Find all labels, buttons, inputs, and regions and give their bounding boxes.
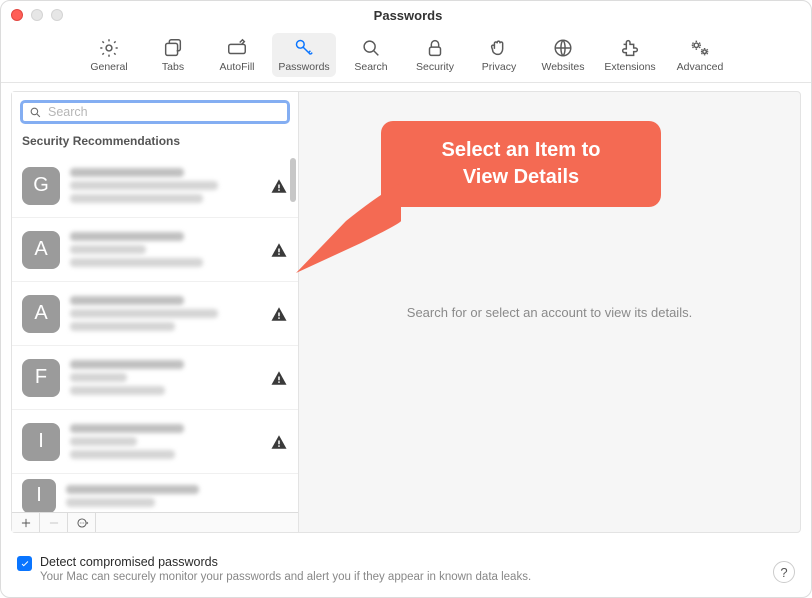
gears-icon — [689, 37, 711, 59]
close-window-button[interactable] — [11, 9, 23, 21]
warning-icon — [270, 433, 288, 451]
avatar: G — [22, 167, 60, 205]
tab-label: Websites — [542, 61, 585, 73]
detail-placeholder: Search for or select an account to view … — [407, 305, 692, 320]
avatar: A — [22, 231, 60, 269]
annotation-callout: Select an Item to View Details — [381, 121, 661, 207]
callout-line2: View Details — [403, 164, 639, 191]
lock-icon — [424, 37, 446, 59]
tab-label: Security — [416, 61, 454, 73]
list-item[interactable]: A — [12, 218, 298, 282]
autofill-pencil-icon — [226, 37, 248, 59]
hand-icon — [488, 37, 510, 59]
tab-websites[interactable]: Websites — [534, 33, 592, 77]
check-icon — [20, 559, 30, 569]
redacted-text — [70, 168, 260, 203]
search-icon — [29, 106, 42, 119]
sidebar-toolbar — [12, 512, 298, 532]
tab-label: Passwords — [278, 61, 329, 73]
tab-tabs[interactable]: Tabs — [144, 33, 202, 77]
help-button[interactable]: ? — [773, 561, 795, 583]
callout-tail-icon — [291, 173, 411, 293]
tab-security[interactable]: Security — [406, 33, 464, 77]
tab-autofill[interactable]: AutoFill — [208, 33, 266, 77]
detect-compromised-checkbox[interactable] — [17, 556, 32, 571]
footer-title: Detect compromised passwords — [40, 555, 531, 569]
minimize-window-button[interactable] — [31, 9, 43, 21]
tab-label: General — [90, 61, 127, 73]
tab-label: Tabs — [162, 61, 184, 73]
prefs-toolbar: General Tabs AutoFill Passwords Search — [1, 29, 811, 83]
tab-search[interactable]: Search — [342, 33, 400, 77]
tab-label: Extensions — [604, 61, 655, 73]
warning-icon — [270, 241, 288, 259]
password-list[interactable]: G A — [12, 154, 298, 512]
tabs-icon — [162, 37, 184, 59]
search-input[interactable] — [48, 105, 281, 119]
tab-label: Search — [354, 61, 387, 73]
callout-line1: Select an Item to — [403, 137, 639, 164]
gear-icon — [98, 37, 120, 59]
list-item[interactable]: F — [12, 346, 298, 410]
tab-passwords[interactable]: Passwords — [272, 33, 336, 77]
section-header: Security Recommendations — [12, 130, 298, 154]
tab-general[interactable]: General — [80, 33, 138, 77]
list-item[interactable]: I — [12, 474, 298, 512]
warning-icon — [270, 305, 288, 323]
globe-icon — [552, 37, 574, 59]
passwords-sidebar: Security Recommendations G A — [12, 92, 299, 532]
more-button[interactable] — [68, 513, 96, 532]
warning-icon — [270, 177, 288, 195]
search-field[interactable] — [20, 100, 290, 124]
tab-label: Advanced — [677, 61, 724, 73]
tab-extensions[interactable]: Extensions — [598, 33, 662, 77]
key-icon — [293, 37, 315, 59]
redacted-text — [70, 232, 260, 267]
avatar: I — [22, 479, 56, 513]
footer: Detect compromised passwords Your Mac ca… — [17, 555, 795, 583]
tab-privacy[interactable]: Privacy — [470, 33, 528, 77]
redacted-text — [70, 424, 260, 459]
warning-icon — [270, 369, 288, 387]
zoom-window-button[interactable] — [51, 9, 63, 21]
redacted-text — [70, 296, 260, 331]
help-label: ? — [780, 565, 787, 580]
window-title: Passwords — [63, 8, 753, 23]
list-item[interactable]: G — [12, 154, 298, 218]
avatar: I — [22, 423, 60, 461]
tab-label: Privacy — [482, 61, 516, 73]
preferences-window: Passwords General Tabs AutoFill — [0, 0, 812, 598]
tab-label: AutoFill — [219, 61, 254, 73]
puzzle-icon — [619, 37, 641, 59]
redacted-text — [70, 360, 260, 395]
search-icon — [360, 37, 382, 59]
avatar: F — [22, 359, 60, 397]
remove-button[interactable] — [40, 513, 68, 532]
avatar: A — [22, 295, 60, 333]
footer-subtitle: Your Mac can securely monitor your passw… — [40, 571, 531, 583]
traffic-lights — [11, 9, 63, 21]
add-button[interactable] — [12, 513, 40, 532]
titlebar: Passwords — [1, 1, 811, 29]
redacted-text — [66, 485, 288, 507]
list-item[interactable]: I — [12, 410, 298, 474]
tab-advanced[interactable]: Advanced — [668, 33, 732, 77]
list-item[interactable]: A — [12, 282, 298, 346]
